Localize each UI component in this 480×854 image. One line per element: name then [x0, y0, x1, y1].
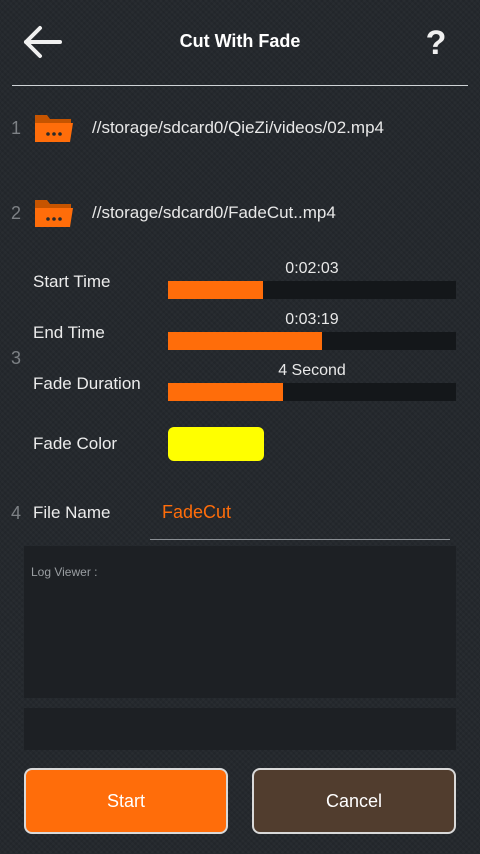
input-folder-button[interactable] [32, 109, 76, 145]
output-file-path[interactable]: //storage/sdcard0/FadeCut..mp4 [92, 203, 336, 223]
end-time-label: End Time [33, 323, 105, 342]
cancel-button[interactable]: Cancel [252, 768, 456, 834]
file-name-input[interactable]: FadeCut [150, 496, 450, 540]
fade-duration-slider-fill [168, 383, 284, 401]
step-number-1: 1 [11, 118, 22, 138]
fade-color-label: Fade Color [33, 434, 118, 453]
start-time-slider[interactable] [168, 281, 456, 299]
start-button[interactable]: Start [24, 768, 228, 834]
start-time-slider-fill [168, 281, 264, 299]
start-time-label: Start Time [33, 272, 111, 291]
fade-duration-slider[interactable] [168, 383, 456, 401]
step-number-2: 2 [11, 203, 22, 223]
header-divider [12, 85, 468, 86]
step-number-3: 3 [11, 348, 22, 368]
page-title: Cut With Fade [179, 31, 301, 51]
file-name-label: File Name [33, 503, 111, 522]
end-time-slider[interactable] [168, 332, 456, 350]
help-button[interactable]: ? [420, 24, 452, 62]
log-output-bar [24, 708, 456, 750]
log-viewer-label: Log Viewer : [31, 565, 98, 579]
end-time-value: 0:03:19 [285, 311, 339, 328]
log-viewer: Log Viewer : [24, 546, 456, 698]
folder-icon [35, 115, 73, 142]
fade-duration-label: Fade Duration [33, 374, 141, 393]
fade-duration-value: 4 Second [278, 362, 346, 379]
end-time-slider-fill [168, 332, 323, 350]
fade-color-swatch[interactable] [168, 427, 264, 461]
folder-icon [35, 200, 73, 227]
start-time-value: 0:02:03 [285, 260, 339, 277]
input-file-path[interactable]: //storage/sdcard0/QieZi/videos/02.mp4 [92, 118, 384, 138]
step-number-4: 4 [11, 503, 22, 523]
output-folder-button[interactable] [32, 194, 76, 230]
